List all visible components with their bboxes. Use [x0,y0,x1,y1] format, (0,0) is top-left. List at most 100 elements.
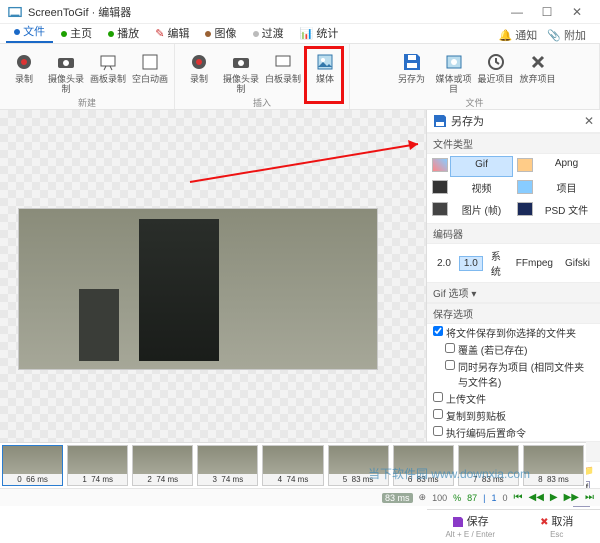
camera-icon [229,50,253,74]
frame-thumbnail[interactable]: 0 66 ms [2,445,63,486]
saveas-panel: 另存为 ✕ 文件类型 Gif Apng 视频 项目 图片 (帧) PSD 文件 … [426,110,600,442]
filetype-psd[interactable]: PSD 文件 [535,200,598,221]
recent-icon [484,50,508,74]
frame-thumbnail[interactable]: 3 74 ms [197,445,258,486]
tab-transition[interactable]: 过渡 [245,23,292,43]
status-sep: | [483,493,485,503]
tab-file[interactable]: 文件 [6,21,53,43]
tab-play[interactable]: 播放 [100,23,147,43]
frame-thumbnail[interactable]: 6 83 ms [393,445,454,486]
status-done: 87 [467,493,477,503]
play-button[interactable]: ▶ [550,492,558,503]
saveas-button[interactable]: 另存为 [392,48,432,96]
first-frame-button[interactable]: ⏮ [514,492,523,503]
filetype-apng[interactable]: Apng [535,156,598,177]
new-blank-button[interactable]: 空白动画 [130,48,170,96]
media-project-icon [442,50,466,74]
canvas-area[interactable] [0,110,426,442]
discard-project-button[interactable]: 放弃项目 [518,48,558,96]
discard-icon [526,50,550,74]
frame-thumbnail[interactable]: 2 74 ms [132,445,193,486]
next-frame-button[interactable]: ▶▶ [564,492,579,503]
filetype-frames-icon[interactable] [429,200,449,221]
tab-stats[interactable]: 📊 统计 [292,23,347,43]
filetype-video-icon[interactable] [429,178,449,199]
frame-thumbnail[interactable]: 4 74 ms [262,445,323,486]
chevron-down-icon: ▾ [471,289,476,300]
media-icon [313,50,337,74]
filetype-gif[interactable]: Gif [450,156,513,177]
opt-save-project[interactable] [445,360,455,370]
frame-thumbnail[interactable]: 5 83 ms [328,445,389,486]
filetype-project-icon[interactable] [514,178,534,199]
close-button[interactable]: ✕ [562,5,592,19]
blank-icon [138,50,162,74]
insert-record-button[interactable]: 录制 [179,48,219,96]
attach-link[interactable]: 📎 附加 [547,27,586,43]
filetype-section-label: 文件类型 [427,133,600,154]
frame-thumbnail[interactable]: 7 83 ms [458,445,519,486]
opt-save-folder[interactable] [433,326,443,336]
panel-close-button[interactable]: ✕ [584,114,594,128]
filetype-project[interactable]: 项目 [535,178,598,199]
frame-thumbnail[interactable]: 1 74 ms [67,445,128,486]
app-icon [8,5,22,19]
whiteboard-icon [271,50,295,74]
record-icon [187,50,211,74]
frame-strip[interactable]: 0 66 ms1 74 ms2 74 ms3 74 ms4 74 ms5 83 … [0,442,586,488]
board-icon [96,50,120,74]
opt-post-command[interactable] [433,426,443,436]
camera-icon [54,50,78,74]
tab-home[interactable]: 主页 [53,23,100,43]
group-new-label: 新建 [78,96,96,109]
record-icon [12,50,36,74]
status-selected: 1 [491,493,496,503]
frame-preview [18,208,378,370]
opt-upload[interactable] [433,392,443,402]
notify-link[interactable]: 🔔 通知 [498,27,537,43]
insert-camera-button[interactable]: 摄像头录制 [221,48,261,96]
filetype-gif-icon[interactable] [429,156,449,177]
status-ms-badge: 83 ms [382,493,413,503]
group-insert-label: 插入 [253,96,271,109]
cancel-button[interactable]: ✖ 取消 Esc [514,510,600,543]
zoom-icon[interactable]: ⊕ [419,492,427,503]
cancel-icon: ✖ [540,517,548,528]
encoder-20[interactable]: 2.0 [433,257,455,270]
new-board-button[interactable]: 画板录制 [88,48,128,96]
save-icon [433,114,447,128]
gif-options-label[interactable]: Gif 选项 ▾ [427,282,600,303]
tab-edit[interactable]: ✎ 编辑 [147,23,197,43]
save-icon [452,516,464,528]
tab-image[interactable]: 图像 [197,23,244,43]
save-options-label: 保存选项 [427,303,600,324]
frame-thumbnail[interactable]: 8 83 ms [523,445,584,486]
filetype-video[interactable]: 视频 [450,178,513,199]
save-button[interactable]: 保存 Alt + E / Enter [427,510,514,543]
media-or-project-button[interactable]: 媒体或项目 [434,48,474,96]
filetype-frames[interactable]: 图片 (帧) [450,200,513,221]
filetype-apng-icon[interactable] [514,156,534,177]
insert-media-button[interactable]: 媒体 [305,48,345,96]
window-title: ScreenToGif · 编辑器 [28,4,131,20]
opt-clipboard[interactable] [433,409,443,419]
panel-title: 另存为 [451,113,484,129]
filetype-psd-icon[interactable] [514,200,534,221]
encoder-system[interactable]: 系统 [487,247,508,279]
recent-project-button[interactable]: 最近项目 [476,48,516,96]
minimize-button[interactable]: — [502,5,532,19]
status-total: 0 [503,493,508,503]
zoom-percent: % [453,493,461,503]
save-icon [400,50,424,74]
group-file-label: 文件 [465,96,483,109]
new-camera-button[interactable]: 摄像头录制 [46,48,86,96]
encoder-10[interactable]: 1.0 [459,256,483,271]
encoder-gifski[interactable]: Gifski [561,257,594,270]
insert-board-button[interactable]: 白板录制 [263,48,303,96]
maximize-button[interactable]: ☐ [532,5,562,19]
opt-overwrite[interactable] [445,343,455,353]
prev-frame-button[interactable]: ◀◀ [529,492,544,503]
new-record-button[interactable]: 录制 [4,48,44,96]
last-frame-button[interactable]: ⏭ [585,492,594,503]
encoder-ffmpeg[interactable]: FFmpeg [512,257,557,270]
